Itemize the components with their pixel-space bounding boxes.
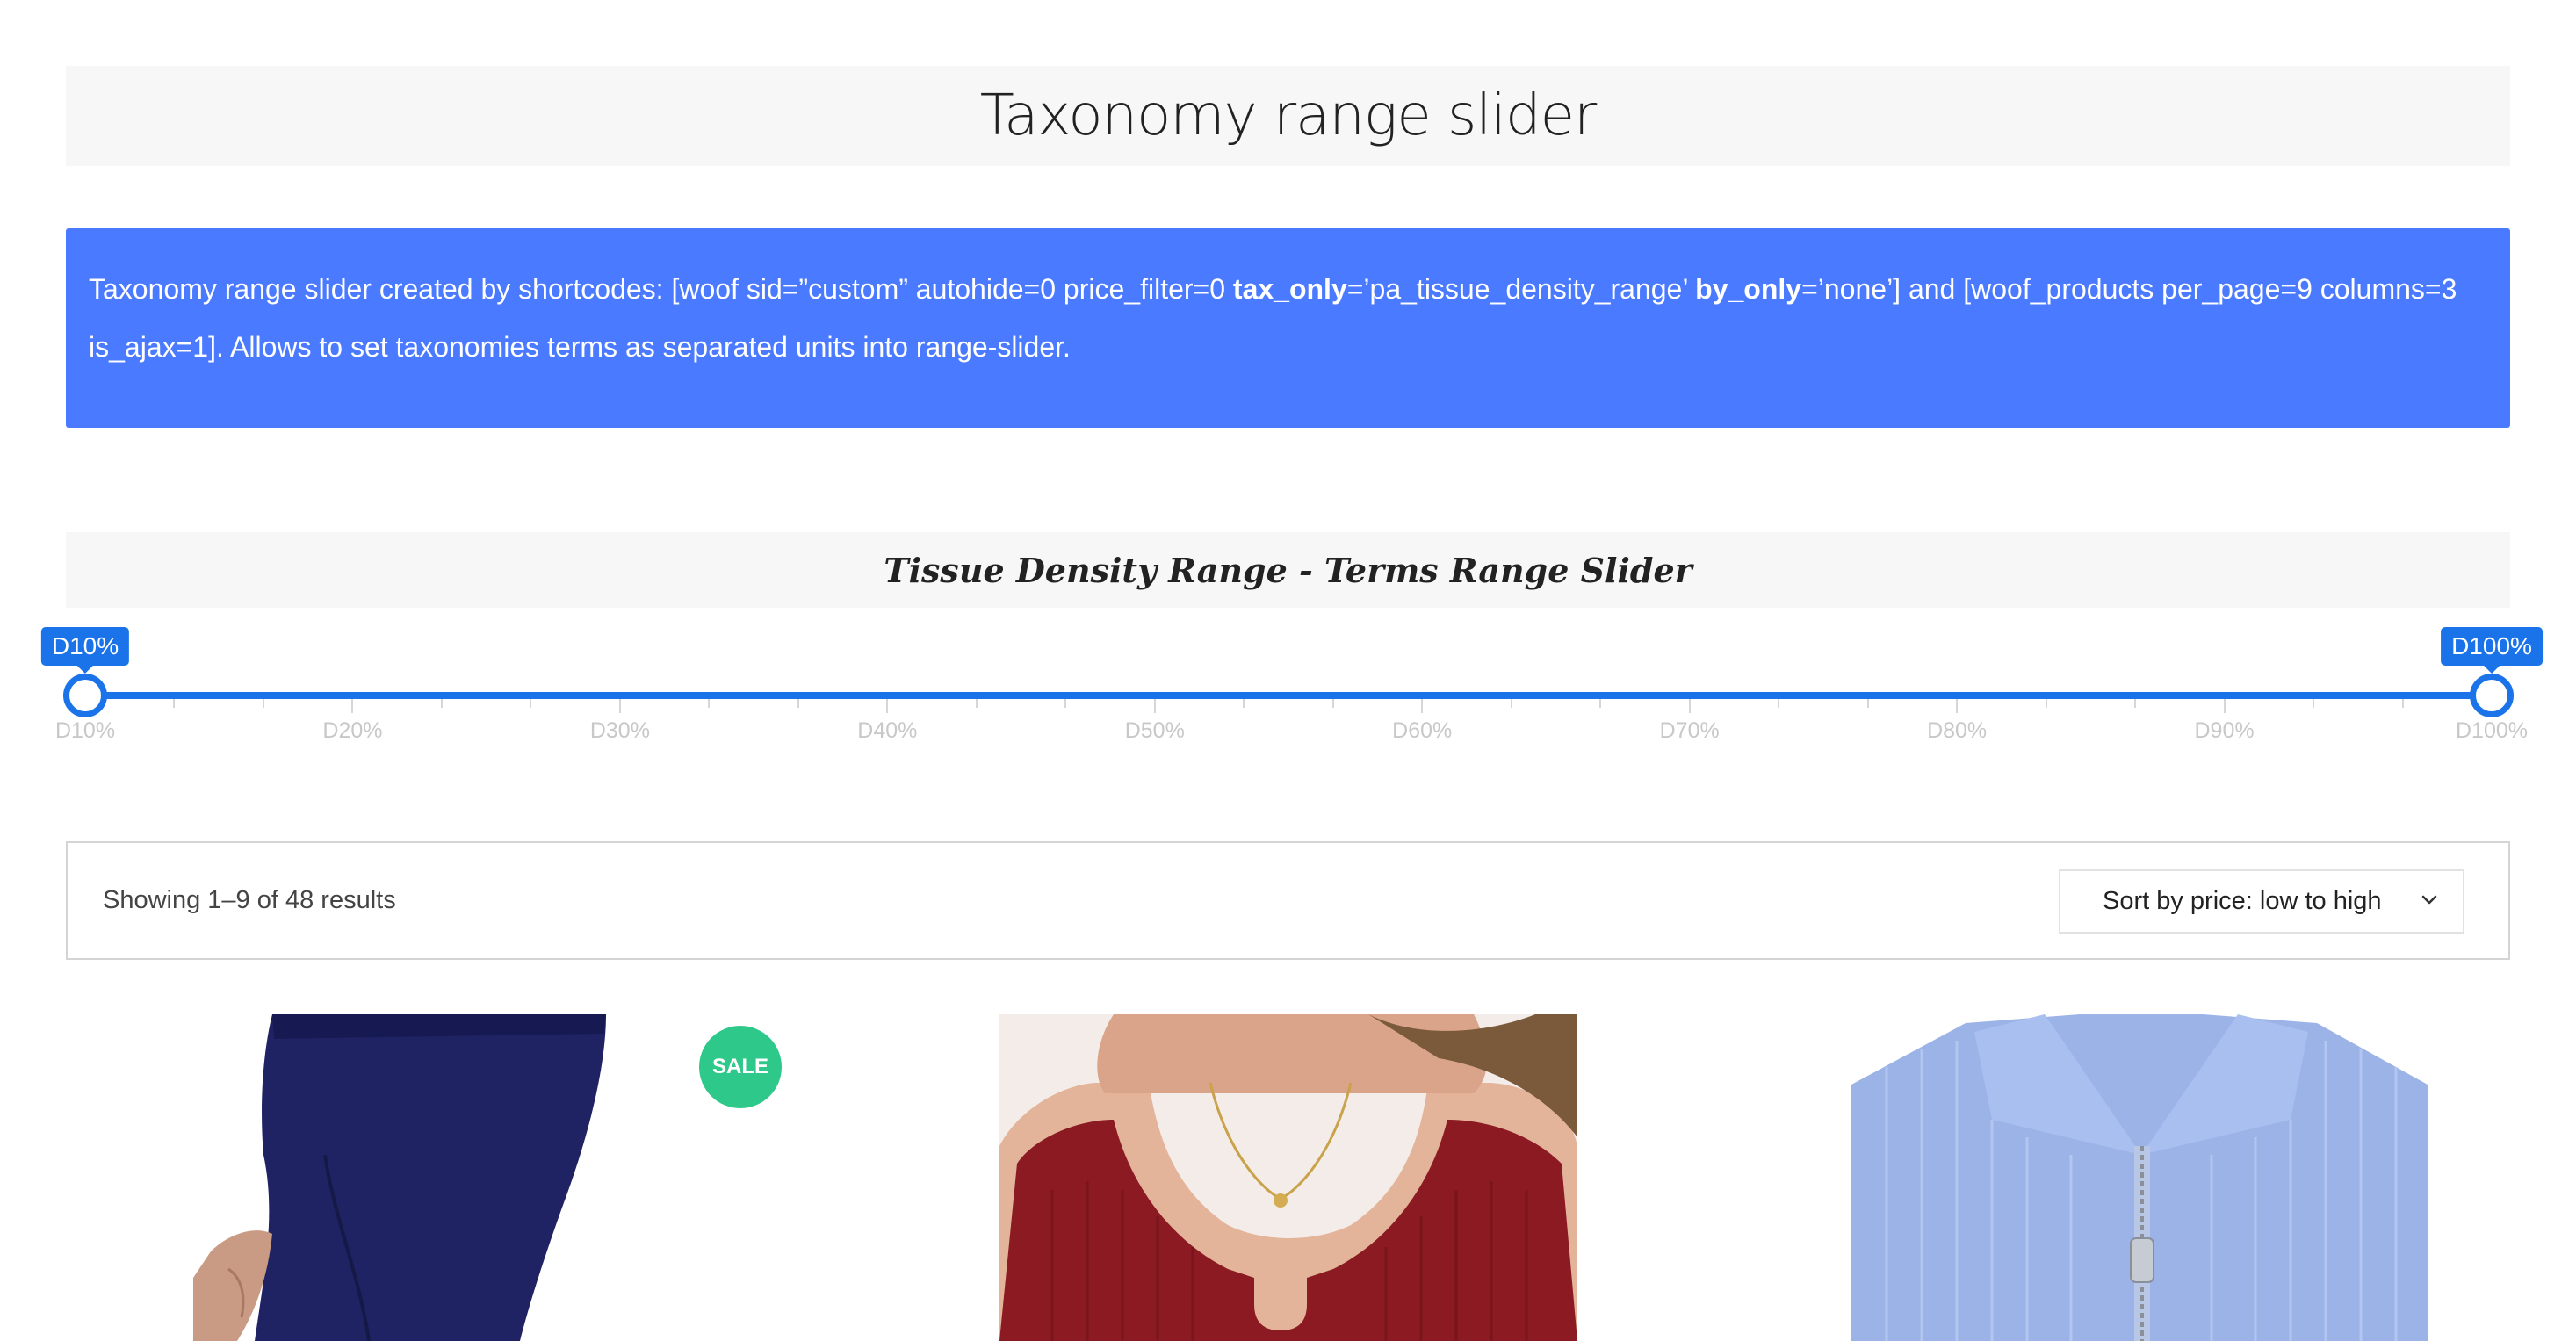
shortcode-info-box: Taxonomy range slider created by shortco… (66, 228, 2510, 428)
sort-dropdown[interactable]: Sort by price: low to high (2059, 869, 2464, 934)
slider-minor-tick (2134, 699, 2137, 708)
slider-minor-tick (530, 699, 532, 708)
slider-major-tick (1956, 699, 1959, 713)
slider-tick-label: D100% (2456, 718, 2528, 743)
info-text-2: =’pa_tissue_density_range’ (1346, 273, 1696, 305)
results-count: Showing 1–9 of 48 results (103, 886, 396, 914)
slider-min-value-bubble: D10% (40, 627, 130, 674)
slider-tick-label: D80% (1927, 718, 1988, 743)
slider-tick-label: D40% (857, 718, 918, 743)
slider-minor-tick (1331, 699, 1334, 708)
results-toolbar: Showing 1–9 of 48 results Sort by price:… (66, 841, 2510, 960)
slider-minor-tick (2401, 699, 2404, 708)
slider-track[interactable] (85, 692, 2492, 699)
info-bold-tax-only: tax_only (1232, 273, 1347, 305)
slider-major-tick (1421, 699, 1424, 713)
slider-minor-tick (708, 699, 711, 708)
slider-tick-label: D90% (2194, 718, 2255, 743)
slider-tick-label: D70% (1659, 718, 1720, 743)
slider-minor-tick (440, 699, 443, 708)
slider-minor-tick (1510, 699, 1512, 708)
slider-major-tick (618, 699, 621, 713)
product-image-leggings[interactable] (193, 1014, 720, 1341)
filter-heading: Tissue Density Range - Terms Range Slide… (66, 532, 2510, 608)
slider-minor-tick (2045, 699, 2047, 708)
slider-tick-label: D30% (589, 718, 650, 743)
slider-minor-tick (797, 699, 799, 708)
terms-range-slider[interactable]: D10% D20% D30% D40% D50% D60% D70% D80% D90% D100… (0, 615, 2576, 764)
slider-major-tick (1153, 699, 1156, 713)
slider-major-tick (886, 699, 889, 713)
product-image-polo-shirt[interactable] (1851, 1014, 2428, 1341)
slider-min-handle[interactable] (63, 674, 107, 717)
info-text-1: Taxonomy range slider created by shortco… (89, 273, 1233, 305)
slider-minor-tick (1778, 699, 1780, 708)
chevron-down-icon (2421, 895, 2437, 905)
slider-minor-tick (975, 699, 978, 708)
page-title: Taxonomy range slider (979, 83, 1597, 148)
slider-major-tick (1688, 699, 1691, 713)
slider-major-tick (351, 699, 354, 713)
slider-max-value-bubble: D100% (2441, 627, 2543, 674)
info-bold-by-only: by_only (1695, 273, 1802, 305)
sale-badge: SALE (699, 1026, 782, 1108)
slider-minor-tick (173, 699, 176, 708)
slider-minor-tick (262, 699, 264, 708)
slider-tick-label: D10% (54, 718, 116, 743)
slider-minor-tick (1866, 699, 1869, 708)
product-image-tank-top[interactable] (999, 1014, 1577, 1341)
slider-minor-tick (1243, 699, 1245, 708)
slider-tick-label: D60% (1392, 718, 1453, 743)
slider-minor-tick (2313, 699, 2315, 708)
slider-major-tick (2223, 699, 2226, 713)
sort-selected-value: Sort by price: low to high (2103, 887, 2382, 915)
slider-minor-tick (1064, 699, 1067, 708)
slider-max-handle[interactable] (2470, 674, 2514, 717)
page-title-bar: Taxonomy range slider (66, 66, 2510, 166)
slider-minor-tick (1599, 699, 1602, 708)
slider-tick-label: D20% (322, 718, 383, 743)
filter-heading-text: Tissue Density Range - Terms Range Slide… (884, 550, 1692, 590)
slider-tick-label: D50% (1124, 718, 1185, 743)
